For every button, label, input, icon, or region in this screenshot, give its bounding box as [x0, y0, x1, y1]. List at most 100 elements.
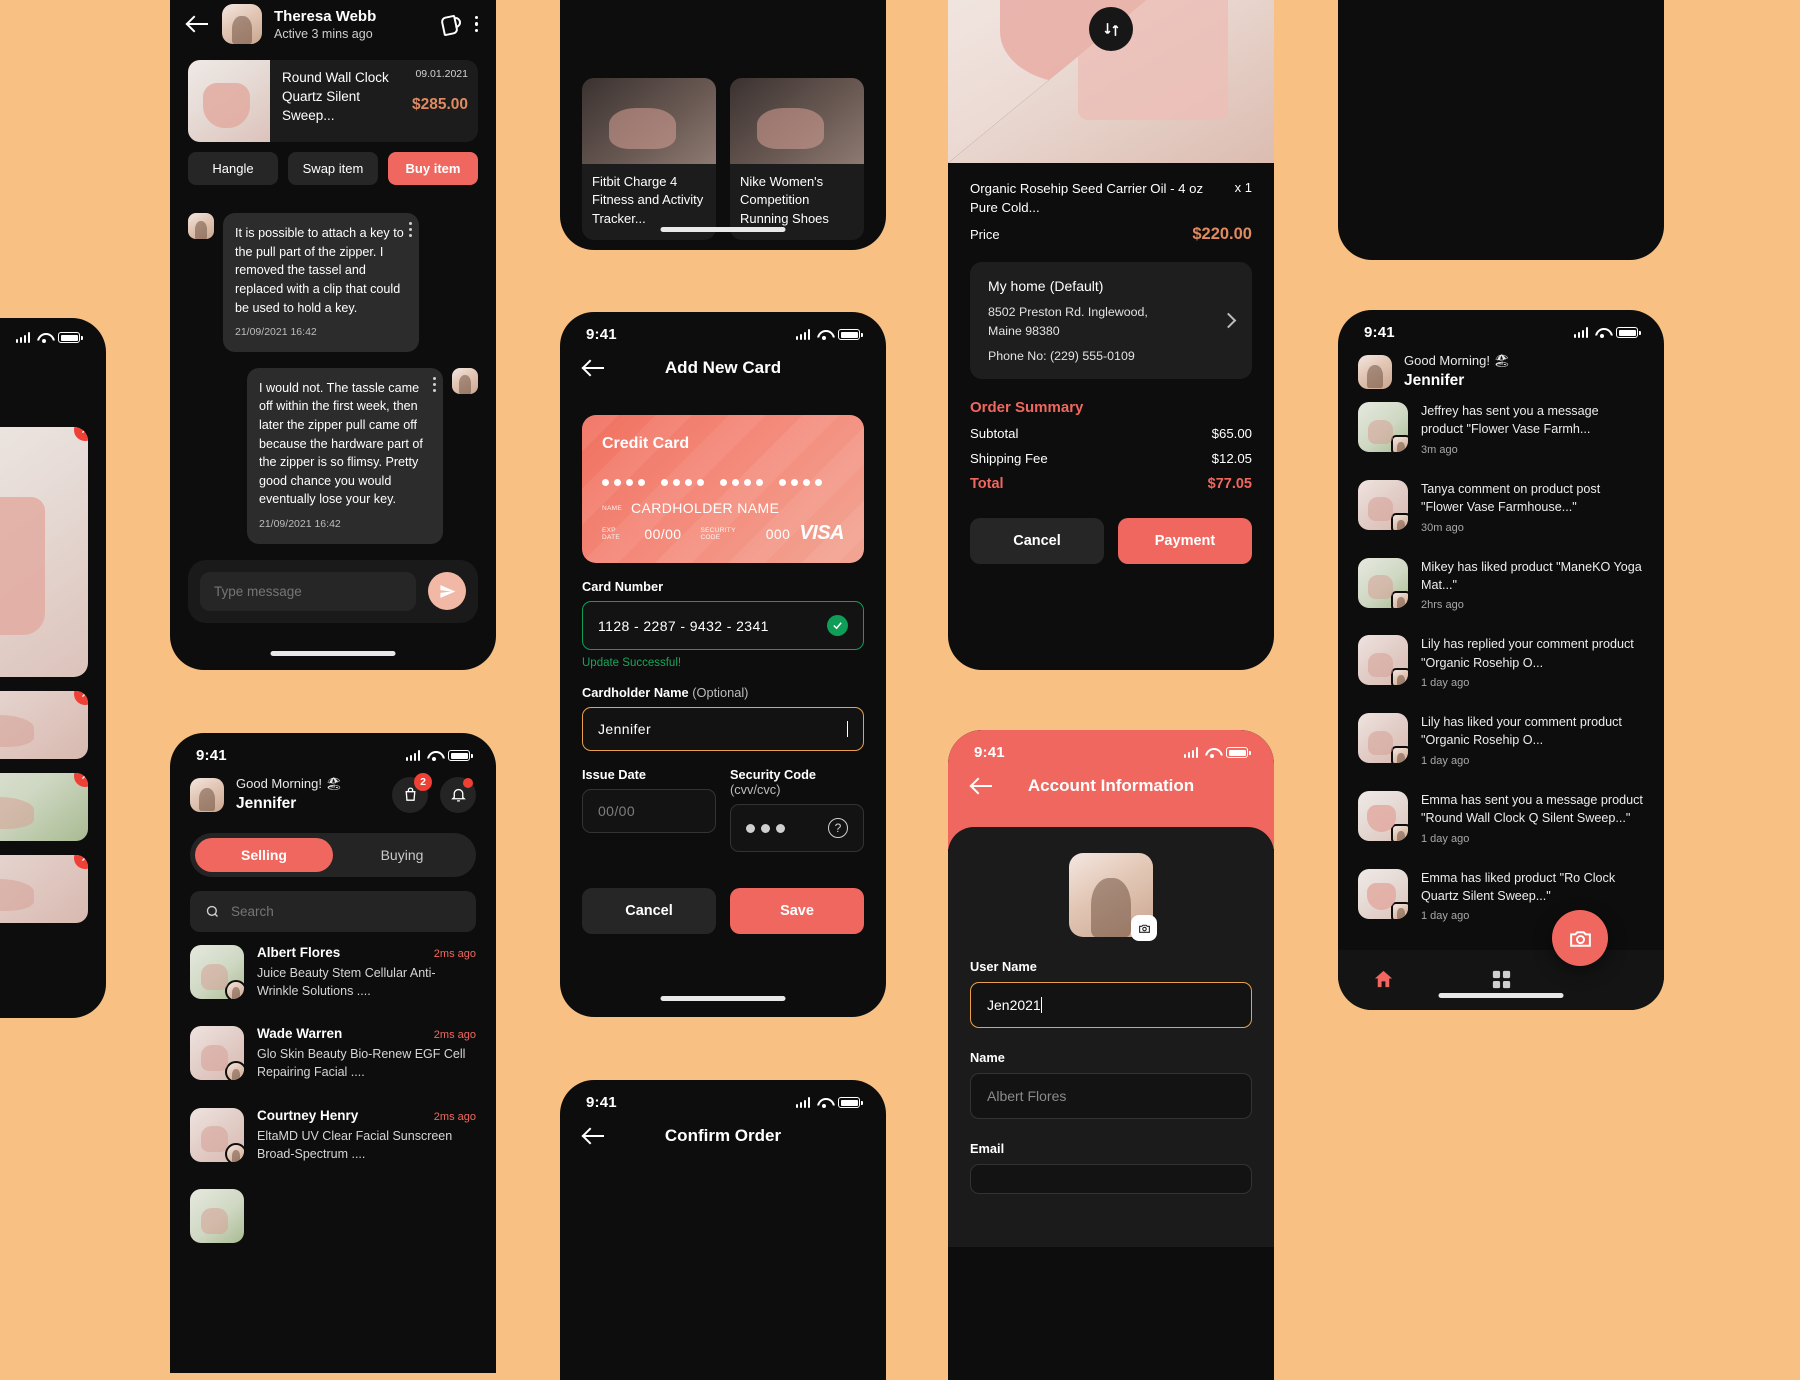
tab-selling[interactable]: Selling	[195, 838, 333, 872]
security-code-input[interactable]: ?	[730, 804, 864, 852]
close-icon[interactable]: ×	[74, 855, 88, 869]
notification-item[interactable]: Emma has sent you a message product "Rou…	[1338, 779, 1664, 857]
tab-home[interactable]	[1372, 968, 1395, 996]
product-image	[1358, 868, 1408, 919]
send-button[interactable]	[428, 572, 466, 611]
message-time: 21/09/2021 16:42	[259, 518, 341, 531]
message-input[interactable]	[200, 571, 416, 611]
camera-fab-button[interactable]	[1552, 910, 1608, 966]
notification-item[interactable]: Mikey has liked product "ManeKO Yoga Mat…	[1338, 546, 1664, 624]
swap-item-button[interactable]: Swap item	[288, 152, 378, 185]
select-card[interactable]: Nike Women's Competition Running Shoes	[730, 78, 864, 241]
product-image	[190, 1107, 244, 1162]
product-thumb-2[interactable]: ×	[0, 773, 88, 841]
tab-buying[interactable]: Buying	[333, 838, 471, 872]
swap-image-button[interactable]	[1089, 7, 1133, 51]
issue-date-input[interactable]: 00/00	[582, 789, 716, 833]
more-options-icon[interactable]	[474, 15, 478, 33]
address-name: My home (Default)	[988, 278, 1104, 295]
cancel-button[interactable]: Cancel	[582, 888, 716, 934]
chat-product-card[interactable]: Round Wall Clock Quartz Silent Sweep... …	[188, 60, 478, 142]
visa-logo-icon: VISA	[799, 522, 844, 544]
status-time: 9:41	[586, 1094, 617, 1111]
name-input[interactable]: Albert Flores	[970, 1073, 1252, 1119]
avatar[interactable]	[190, 777, 224, 812]
card-cvc-label: SECURITY CODE	[700, 526, 736, 541]
back-arrow-icon[interactable]	[188, 13, 210, 35]
cancel-button[interactable]: Cancel	[970, 517, 1104, 564]
message-bubble[interactable]: It is possible to attach a key to the pu…	[223, 213, 419, 352]
more-options-icon[interactable]	[433, 376, 436, 392]
greeting-text: Good Morning! 🏖	[1404, 353, 1511, 368]
payment-button[interactable]: Payment	[1118, 517, 1252, 564]
product-image	[190, 945, 244, 999]
notification-item[interactable]: Lily has liked your comment product "Org…	[1338, 701, 1664, 779]
notification-item[interactable]: Emma has liked product "Ro Clock Quartz …	[1338, 857, 1664, 935]
search-bar[interactable]	[190, 891, 476, 932]
more-options-icon[interactable]	[409, 222, 412, 237]
email-input[interactable]	[970, 1164, 1252, 1194]
username-input[interactable]: Jen2021	[970, 982, 1252, 1028]
back-arrow-icon[interactable]	[584, 357, 606, 379]
shipping-address-card[interactable]: My home (Default) 8502 Preston Rd. Ingle…	[970, 262, 1252, 379]
product-hero-image[interactable]	[948, 0, 1274, 163]
list-item[interactable]: Albert Flores 2ms ago Juice Beauty Stem …	[170, 932, 496, 1013]
product-thumb-1[interactable]: ×	[0, 691, 88, 759]
message-bubble[interactable]: I would not. The tassle came off within …	[247, 367, 443, 544]
total-label: Total	[970, 475, 1004, 492]
cart-button[interactable]: 2	[392, 772, 432, 813]
avatar[interactable]	[222, 4, 262, 44]
list-item[interactable]: Courtney Henry 2ms ago EltaMD UV Clear F…	[170, 1095, 496, 1176]
status-icons	[1573, 327, 1641, 338]
card-type-label: Credit Card	[602, 435, 690, 452]
help-icon[interactable]: ?	[828, 818, 848, 838]
notification-time: 2hrs ago	[1421, 599, 1464, 612]
status-bar: 9:41	[170, 733, 496, 768]
card-number-input[interactable]: 1128 - 2287 - 9432 - 2341	[582, 601, 864, 650]
notification-text: Lily has replied your comment product "O…	[1421, 637, 1634, 670]
notifications-screen: 9:41 Good Morning! 🏖 Jennifer Jeffrey ha…	[1338, 310, 1664, 1010]
masked-value	[746, 823, 820, 833]
close-icon[interactable]: ×	[74, 773, 88, 787]
header-actions: 2	[392, 772, 476, 813]
product-title: Organic Rosehip Seed Carrier Oil - 4 oz …	[970, 181, 1204, 216]
back-arrow-icon[interactable]	[972, 775, 994, 797]
chevron-right-icon[interactable]	[1220, 312, 1237, 329]
close-icon[interactable]: ×	[74, 691, 88, 705]
tab-grid[interactable]	[1490, 968, 1513, 996]
nav-bar: Confirm Order	[560, 1115, 886, 1165]
wifi-icon	[1205, 747, 1219, 758]
list-item[interactable]: Wade Warren 2ms ago Glo Skin Beauty Bio-…	[170, 1013, 496, 1094]
select-card[interactable]: Fitbit Charge 4 Fitness and Activity Tra…	[582, 78, 716, 241]
page-title: Add New Card	[664, 358, 782, 377]
notifications-button[interactable]	[440, 776, 476, 813]
notification-item[interactable]: Jeffrey has sent you a message product "…	[1338, 390, 1664, 468]
product-thumb-3[interactable]: ×	[0, 855, 88, 923]
search-input[interactable]	[231, 904, 461, 919]
card-name-label: NAME	[602, 504, 622, 512]
haggle-button[interactable]: Hangle	[188, 152, 278, 185]
notification-item[interactable]: Lily has replied your comment product "O…	[1338, 623, 1664, 701]
status-bar: 9:41	[1338, 310, 1664, 345]
cart-badge: 2	[414, 772, 432, 791]
profile-photo[interactable]	[1069, 853, 1157, 941]
notification-item[interactable]: Tanya comment on product post "Flower Va…	[1338, 468, 1664, 546]
avatar[interactable]	[1358, 354, 1392, 389]
wifi-icon	[427, 750, 441, 761]
product-price: $285.00	[411, 96, 468, 113]
signal-icon	[405, 750, 420, 761]
cardholder-name-input[interactable]: Jennifer	[582, 707, 864, 751]
list-item[interactable]	[170, 1176, 496, 1256]
home-indicator	[660, 227, 786, 232]
close-icon[interactable]: ×	[74, 427, 88, 441]
phone-call-icon[interactable]	[441, 14, 461, 34]
select-item-screen: Fitbit Charge 4 Fitness and Activity Tra…	[560, 0, 886, 250]
buy-item-button[interactable]: Buy item	[388, 152, 478, 185]
product-large-image[interactable]: ×	[0, 427, 88, 677]
security-code-label: Security Code (cvv/cvc)	[730, 767, 817, 797]
save-button[interactable]: Save	[730, 888, 864, 934]
list-item-body: Wade Warren 2ms ago Glo Skin Beauty Bio-…	[257, 1026, 476, 1081]
camera-icon[interactable]	[1131, 915, 1157, 941]
back-arrow-icon[interactable]	[584, 1125, 606, 1147]
signal-icon	[1573, 327, 1588, 338]
